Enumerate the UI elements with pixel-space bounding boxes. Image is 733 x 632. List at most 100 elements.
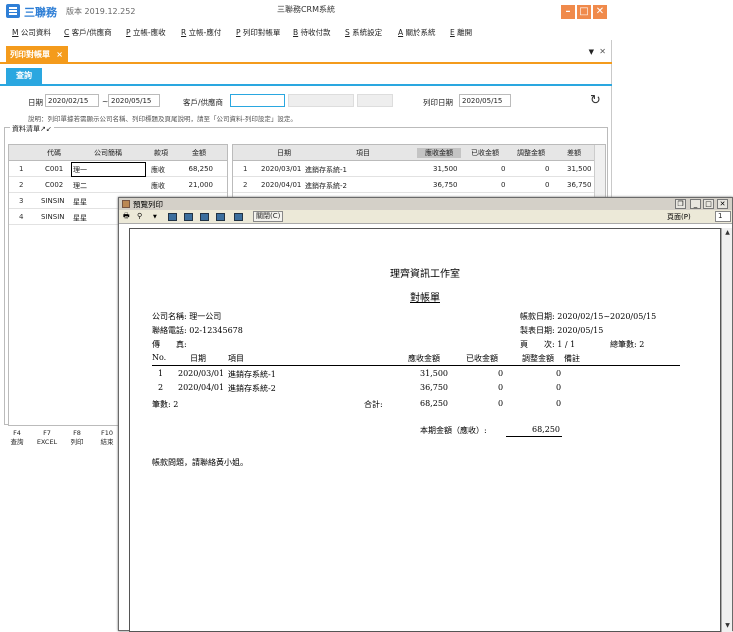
customer-extra-field: [357, 94, 393, 107]
row-number: 2: [243, 181, 248, 189]
col-receivable[interactable]: 應收金額: [417, 148, 461, 158]
report-row-item: 進銷存系統-2: [228, 384, 276, 393]
report-row-receivable: 36,750: [420, 383, 448, 392]
cell-date: 2020/03/01: [261, 165, 302, 173]
cell-receivable: 36,750: [433, 181, 458, 189]
page-number-input[interactable]: 1: [715, 211, 731, 222]
col-date[interactable]: 日期: [259, 148, 309, 158]
col-adjust[interactable]: 調整金額: [509, 148, 553, 158]
excel-button[interactable]: F7 EXCEL: [36, 429, 58, 447]
two-page-icon[interactable]: [184, 213, 193, 221]
zoom-icon[interactable]: ⚲: [137, 212, 142, 222]
preview-minimize-button[interactable]: _: [690, 199, 701, 209]
cell-code: C001: [45, 165, 64, 173]
menu-pending[interactable]: B 待收付款: [293, 27, 331, 38]
date-to-input[interactable]: [108, 94, 160, 107]
menu-exit[interactable]: E 離開: [450, 27, 472, 38]
multi-page-icon[interactable]: [234, 213, 243, 221]
cell-receivable: 31,500: [433, 165, 458, 173]
menu-customer[interactable]: C 客戶/供應商: [64, 27, 112, 38]
cell-company: 星星: [73, 214, 87, 222]
report-total-underline: [506, 436, 562, 437]
table-row[interactable]: 1 C001 理一 應收 68,250: [9, 162, 227, 177]
date-label: 日期: [28, 98, 43, 107]
date-from-input[interactable]: [45, 94, 99, 107]
row-number: 1: [19, 165, 24, 173]
report-company: 公司名稱: 理一公司: [152, 312, 222, 321]
col-code[interactable]: 代碼: [39, 148, 69, 158]
one-page-icon[interactable]: [168, 213, 177, 221]
row-number: 4: [19, 213, 24, 221]
title-bar: 三聯務 版本 2019.12.252 三聯務CRM系統 – □ ✕: [0, 0, 612, 24]
cell-item: 進銷存系統-1: [305, 166, 347, 174]
print-date-input[interactable]: [459, 94, 511, 107]
menu-print-statement[interactable]: P 列印對帳單: [236, 27, 280, 38]
cell-code: SINSIN: [41, 197, 65, 205]
report-col-date: 日期: [190, 354, 206, 363]
scroll-up-icon[interactable]: ▲: [723, 229, 732, 238]
menu-settings[interactable]: S 系統設定: [345, 27, 382, 38]
cell-diff: 36,750: [567, 181, 592, 189]
cell-adjust: 0: [545, 181, 550, 189]
print-date-label: 列印日期: [423, 98, 453, 107]
preview-title-bar: 預覽列印 ❐ _ □ ✕: [119, 198, 732, 210]
maximize-button[interactable]: □: [577, 5, 591, 19]
report-row-received: 0: [498, 369, 504, 378]
col-company[interactable]: 公司簡稱: [73, 148, 143, 158]
report-row-no: 2: [158, 383, 164, 392]
report-col-item: 項目: [228, 354, 244, 363]
preview-maximize-button[interactable]: □: [703, 199, 714, 209]
close-button[interactable]: ✕: [593, 5, 607, 19]
print-button[interactable]: F8 列印: [66, 429, 88, 447]
scroll-down-icon[interactable]: ▼: [723, 622, 732, 631]
tab-strip: 列印對帳單 × ▼ ✕: [0, 44, 612, 64]
table-row[interactable]: 2 2020/04/01 進銷存系統-2 36,750 0 0 36,750: [233, 178, 605, 193]
page-label: 頁面(P): [667, 213, 691, 221]
report-row-date: 2020/03/01: [178, 369, 225, 378]
row-number: 1: [243, 165, 248, 173]
customer-code-input[interactable]: [230, 94, 285, 107]
print-preview-window: 預覽列印 ❐ _ □ ✕ 🖶 ⚲ ▼ 關閉(C) 頁面(P) 1 理齊資訊工作室…: [118, 197, 733, 632]
tab-print-statement[interactable]: 列印對帳單 ×: [6, 46, 68, 64]
minimize-button[interactable]: –: [561, 5, 575, 19]
preview-restore-button[interactable]: ❐: [675, 199, 686, 209]
tab-close-all-icon[interactable]: ✕: [599, 47, 606, 56]
report-page-info: 頁 次: 1 / 1: [520, 340, 576, 349]
preview-close-text-button[interactable]: 關閉(C): [253, 211, 284, 222]
row-number: 3: [19, 197, 24, 205]
table-row[interactable]: 2 C002 理二 應收 21,000: [9, 178, 227, 193]
report-col-received: 已收金額: [466, 354, 498, 363]
zoom-dropdown-icon[interactable]: ▼: [153, 214, 157, 224]
menu-payable[interactable]: R 立帳-應付: [181, 27, 221, 38]
preview-app-icon: [122, 200, 130, 208]
refresh-icon[interactable]: ↻: [590, 93, 601, 108]
menu-about[interactable]: A 關於系統: [398, 27, 436, 38]
col-item[interactable]: 項目: [313, 148, 413, 158]
customer-label: 客戶/供應商: [183, 98, 224, 107]
col-amount[interactable]: 金額: [179, 148, 219, 158]
cell-company-selected[interactable]: 理一: [71, 162, 146, 177]
menu-receivable[interactable]: P 立帳-應收: [126, 27, 166, 38]
report-row-adjust: 0: [556, 369, 562, 378]
detail-grid-header: 日期 項目 應收金額 已收金額 調整金額 差額: [233, 145, 605, 161]
query-button[interactable]: F4 查詢: [6, 429, 28, 447]
report-row-adjust: 0: [556, 383, 562, 392]
cell-item: 進銷存系統-2: [305, 182, 347, 190]
tab-query[interactable]: 查詢: [6, 68, 42, 84]
printer-icon[interactable]: 🖶: [123, 212, 130, 222]
preview-close-button[interactable]: ✕: [717, 199, 728, 209]
exit-button[interactable]: F10 結束: [96, 429, 118, 447]
menu-company[interactable]: M 公司資料: [12, 27, 51, 38]
preview-scrollbar[interactable]: ▲ ▼: [721, 228, 732, 632]
hint-text: 說明：列印單據若需顯示公司名稱、列印標題及頁尾說明，請至「公司資料-列印設定」設…: [28, 115, 297, 123]
tab-close-icon[interactable]: ×: [56, 46, 63, 64]
four-page-icon[interactable]: [216, 213, 225, 221]
report-col-adjust: 調整金額: [522, 354, 554, 363]
table-row[interactable]: 1 2020/03/01 進銷存系統-1 31,500 0 0 31,500: [233, 162, 605, 177]
page-width-icon[interactable]: [200, 213, 209, 221]
tab-list-dropdown-icon[interactable]: ▼: [589, 48, 594, 56]
col-diff[interactable]: 差額: [555, 148, 593, 158]
report-row-receivable: 31,500: [420, 369, 448, 378]
col-received[interactable]: 已收金額: [463, 148, 507, 158]
col-type[interactable]: 款項: [149, 148, 173, 158]
